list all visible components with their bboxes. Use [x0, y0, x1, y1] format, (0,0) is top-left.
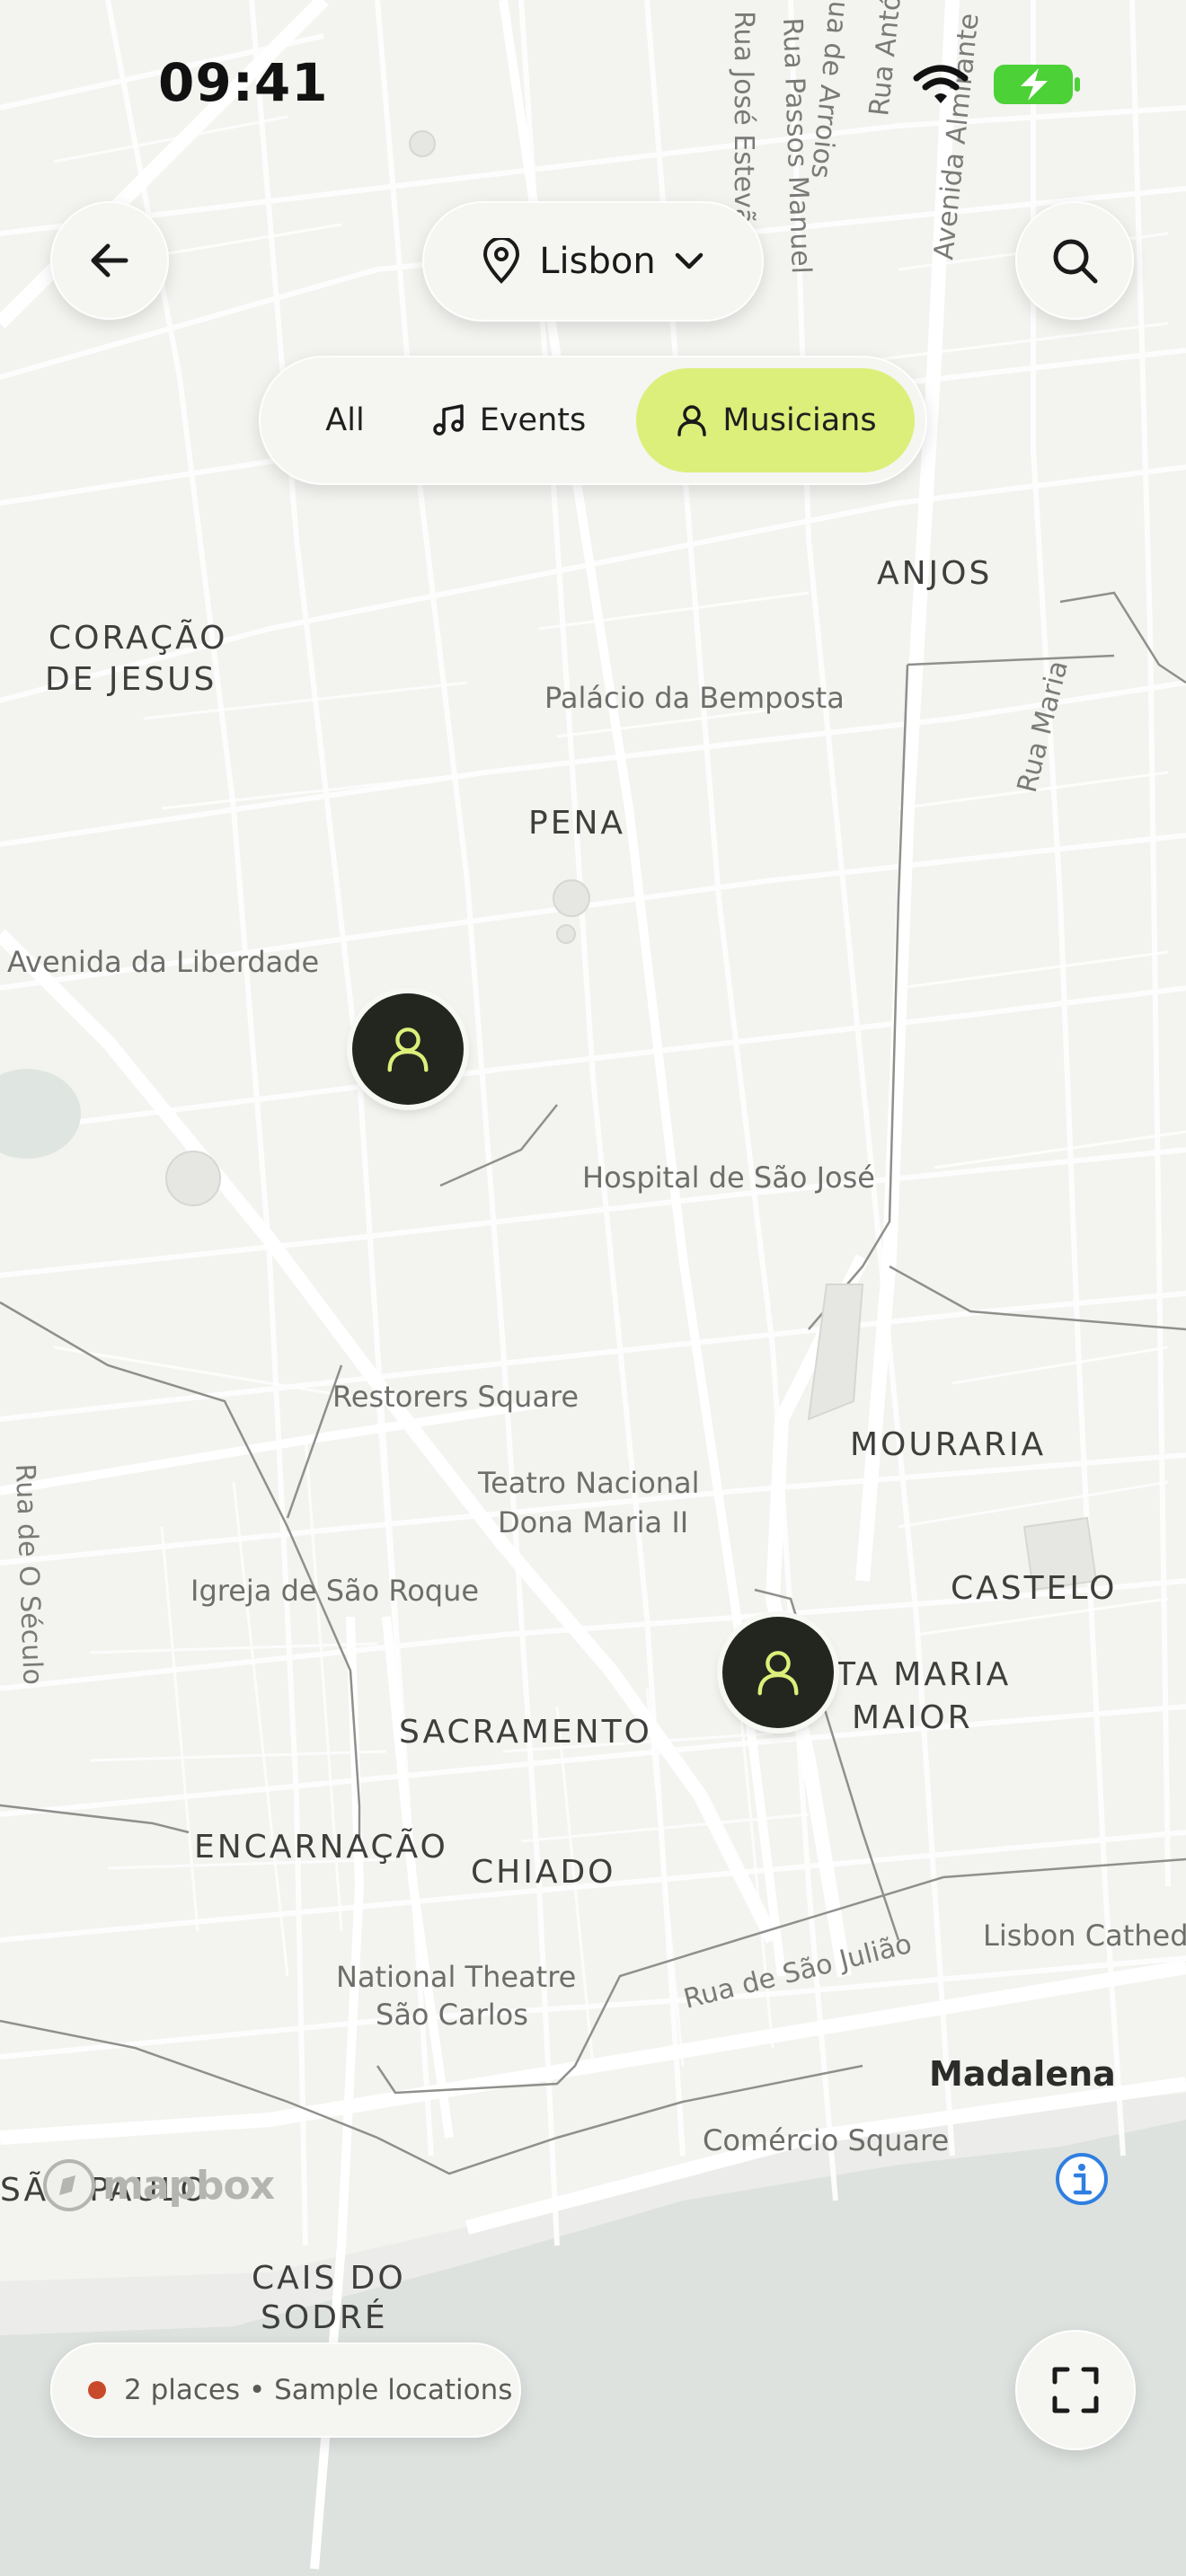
music-note-icon — [432, 404, 464, 436]
battery-icon — [994, 65, 1080, 104]
svg-text:Comércio Square: Comércio Square — [703, 2123, 949, 2157]
svg-text:ANJOS: ANJOS — [877, 555, 992, 592]
mapbox-logo[interactable]: mapbox — [41, 2157, 275, 2213]
svg-text:Madalena: Madalena — [929, 2054, 1116, 2094]
status-icons — [913, 63, 1082, 106]
search-icon — [1053, 239, 1098, 284]
status-dot — [88, 2381, 106, 2399]
places-summary-text: 2 places • Sample locations — [124, 2374, 513, 2406]
musician-pin[interactable] — [352, 993, 464, 1105]
status-time: 09:41 — [158, 52, 329, 113]
filter-events[interactable]: Events — [419, 368, 598, 472]
svg-text:PENA: PENA — [528, 805, 625, 842]
svg-text:ENCARNAÇÃO: ENCARNAÇÃO — [194, 1828, 448, 1866]
filter-segmented-control: All Events Musicians — [259, 356, 927, 485]
chevron-down-icon — [675, 252, 703, 269]
info-icon[interactable] — [1054, 2151, 1110, 2207]
map-screen: ANJOS CORAÇÃO DE JESUS PENA MOURARIA CAS… — [0, 0, 1186, 2576]
svg-text:TA MARIA: TA MARIA — [835, 1656, 1011, 1693]
filter-musicians[interactable]: Musicians — [636, 368, 915, 472]
svg-text:Avenida da Liberdade: Avenida da Liberdade — [7, 945, 319, 979]
svg-text:ua de Arroios: ua de Arroios — [804, 0, 854, 180]
svg-text:DE JESUS: DE JESUS — [45, 661, 217, 698]
user-icon — [387, 1028, 429, 1072]
svg-text:Hospital de São José: Hospital de São José — [582, 1160, 875, 1195]
svg-text:CAIS DO: CAIS DO — [252, 2260, 406, 2297]
svg-text:Lisbon Cathedr: Lisbon Cathedr — [983, 1919, 1186, 1953]
filter-musicians-label: Musicians — [722, 402, 877, 438]
map-pin-icon — [483, 238, 520, 284]
filter-events-label: Events — [479, 402, 587, 438]
svg-text:Avenida Almirante: Avenida Almirante — [928, 12, 986, 261]
svg-text:Restorers Square: Restorers Square — [332, 1380, 579, 1414]
back-button[interactable] — [50, 201, 169, 320]
svg-text:SODRÉ: SODRÉ — [261, 2298, 388, 2336]
svg-text:Palácio da Bemposta: Palácio da Bemposta — [544, 681, 845, 715]
svg-text:Rua Maria: Rua Maria — [1012, 657, 1075, 796]
user-icon — [677, 405, 707, 437]
svg-text:Teatro Nacional: Teatro Nacional — [477, 1466, 700, 1500]
svg-text:CHIADO: CHIADO — [471, 1854, 616, 1891]
svg-text:MAIOR: MAIOR — [852, 1699, 973, 1736]
svg-text:National Theatre: National Theatre — [336, 1960, 576, 1994]
svg-text:Rua de São Julião: Rua de São Julião — [680, 1928, 915, 2016]
svg-text:SACRAMENTO: SACRAMENTO — [399, 1714, 652, 1751]
svg-text:Rua de O Século: Rua de O Século — [9, 1463, 49, 1685]
search-button[interactable] — [1015, 201, 1134, 320]
fullscreen-button[interactable] — [1015, 2330, 1136, 2450]
user-icon — [757, 1651, 799, 1696]
expand-icon — [1052, 2367, 1099, 2413]
svg-text:Igreja de São Roque: Igreja de São Roque — [190, 1574, 479, 1608]
svg-text:MOURARIA: MOURARIA — [850, 1426, 1046, 1463]
mapbox-wordmark: mapbox — [102, 2162, 275, 2209]
svg-text:Dona Maria II: Dona Maria II — [498, 1505, 688, 1539]
filter-all[interactable]: All — [291, 368, 399, 472]
arrow-left-icon — [91, 243, 128, 278]
svg-text:CASTELO: CASTELO — [951, 1570, 1117, 1607]
wifi-icon — [913, 65, 969, 103]
filter-all-label: All — [325, 402, 365, 438]
svg-text:CORAÇÃO: CORAÇÃO — [49, 619, 228, 657]
svg-text:São Carlos: São Carlos — [376, 1998, 528, 2032]
musician-pin[interactable] — [722, 1617, 834, 1728]
svg-text:Rua José Estevã: Rua José Estevã — [728, 11, 759, 225]
places-summary[interactable]: 2 places • Sample locations — [50, 2342, 521, 2438]
city-selector[interactable]: Lisbon — [422, 201, 764, 322]
city-label: Lisbon — [539, 241, 656, 282]
svg-text:Rua Antó: Rua Antó — [863, 0, 907, 118]
mapbox-mark-icon — [43, 2159, 95, 2211]
